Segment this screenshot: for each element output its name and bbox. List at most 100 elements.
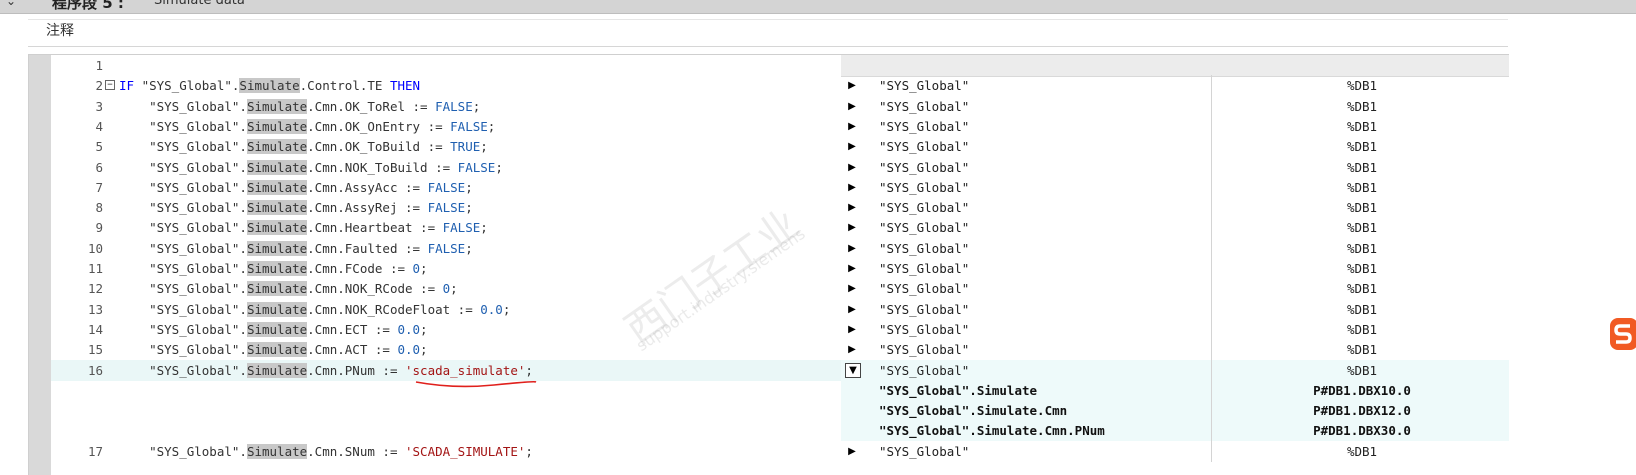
code-token: "SYS_Global".: [119, 261, 247, 276]
code-token: "SYS_Global".: [119, 118, 247, 134]
operand-name: "SYS_Global".Simulate: [879, 382, 1038, 398]
sogou-logo-icon: [1610, 318, 1636, 350]
code-text[interactable]: "SYS_Global".Simulate.Cmn.NOK_RCodeFloat…: [119, 299, 510, 320]
highlighted-token: Simulate: [246, 261, 308, 276]
code-token: .Cmn.Faulted :=: [307, 240, 428, 256]
collapse-arrow-icon[interactable]: ▼: [845, 362, 861, 378]
code-token: "SYS_Global".: [119, 342, 247, 358]
code-token: FALSE: [427, 200, 466, 216]
inspector-row: ▶ "SYS_Global" %DB1: [841, 95, 1509, 117]
inspector-sub-row: "SYS_Global".Simulate.Cmn P#DB1.DBX12.0: [841, 400, 1509, 422]
expand-arrow-icon[interactable]: ▶: [845, 161, 859, 174]
highlighted-token: Simulate: [246, 98, 308, 114]
segment-title[interactable]: Simulate data: [154, 0, 245, 8]
code-token: .Cmn.OK_OnEntry :=: [307, 118, 451, 134]
code-text[interactable]: "SYS_Global".Simulate.Cmn.AssyAcc := FAL…: [119, 177, 473, 198]
operand-name: "SYS_Global": [879, 159, 970, 175]
operand-address: %DB1: [1346, 281, 1378, 297]
expand-arrow-icon[interactable]: ▶: [845, 262, 859, 275]
operand-name: "SYS_Global": [879, 362, 970, 378]
operand-name: "SYS_Global": [879, 443, 970, 459]
code-line[interactable]: 6 "SYS_Global".Simulate.Cmn.NOK_ToBuild …: [51, 157, 869, 178]
inspector-row: ▶ "SYS_Global" %DB1: [841, 278, 1509, 300]
expand-arrow-icon[interactable]: ▶: [845, 140, 859, 153]
expand-arrow-icon[interactable]: ▶: [845, 201, 859, 214]
code-token: ;: [465, 200, 473, 216]
code-line[interactable]: 7 "SYS_Global".Simulate.Cmn.AssyAcc := F…: [51, 177, 869, 198]
expand-arrow-icon[interactable]: ▶: [845, 100, 859, 113]
code-line[interactable]: 5 "SYS_Global".Simulate.Cmn.OK_ToBuild :…: [51, 136, 869, 157]
column-separator: [1211, 75, 1212, 97]
code-token: ;: [472, 98, 481, 114]
operand-name: "SYS_Global": [879, 220, 970, 236]
line-number: 12: [87, 281, 103, 297]
code-text[interactable]: "SYS_Global".Simulate.Cmn.OK_ToBuild := …: [119, 136, 488, 157]
operand-address: %DB1: [1346, 159, 1378, 175]
code-text[interactable]: IF "SYS_Global".Simulate.Control.TE THEN: [119, 75, 420, 96]
code-token: ;: [420, 321, 428, 337]
segment-label: 程序段 5 :: [52, 0, 124, 12]
code-line[interactable]: 4 "SYS_Global".Simulate.Cmn.OK_OnEntry :…: [51, 116, 869, 137]
code-text[interactable]: "SYS_Global".Simulate.Cmn.OK_ToRel := FA…: [119, 96, 480, 117]
expand-arrow-icon[interactable]: ▶: [845, 323, 859, 336]
code-token: ;: [420, 342, 428, 358]
code-line[interactable]: 13 "SYS_Global".Simulate.Cmn.NOK_RCodeFl…: [51, 299, 869, 320]
code-text[interactable]: "SYS_Global".Simulate.Cmn.NOK_ToBuild :=…: [119, 157, 503, 178]
expand-arrow-icon[interactable]: ▶: [845, 79, 859, 92]
operand-address: %DB1: [1346, 362, 1378, 378]
expand-arrow-icon[interactable]: ▶: [845, 343, 859, 356]
column-separator: [1211, 298, 1212, 320]
comment-field[interactable]: 注释: [46, 20, 74, 40]
code-token: ;: [525, 362, 533, 378]
code-line[interactable]: [51, 420, 869, 441]
chevron-down-icon[interactable]: ⌄: [6, 0, 16, 8]
expand-arrow-icon[interactable]: ▶: [845, 445, 859, 458]
expand-arrow-icon[interactable]: ▶: [845, 242, 859, 255]
highlighted-token: Simulate: [239, 78, 300, 94]
code-token: 0: [412, 261, 421, 276]
expand-arrow-icon[interactable]: ▶: [845, 181, 859, 194]
inspector-sub-row: "SYS_Global".Simulate P#DB1.DBX10.0: [841, 379, 1509, 401]
code-text[interactable]: "SYS_Global".Simulate.Cmn.NOK_RCode := 0…: [119, 278, 458, 299]
code-line[interactable]: 15 "SYS_Global".Simulate.Cmn.ACT := 0.0;: [51, 339, 869, 360]
code-line[interactable]: [51, 400, 869, 421]
code-text[interactable]: "SYS_Global".Simulate.Cmn.AssyRej := FAL…: [119, 197, 473, 218]
expand-arrow-icon[interactable]: ▶: [845, 120, 859, 133]
code-text[interactable]: "SYS_Global".Simulate.Cmn.FCode := 0;: [119, 258, 428, 279]
code-line[interactable]: 3 "SYS_Global".Simulate.Cmn.OK_ToRel := …: [51, 96, 869, 117]
expand-arrow-icon[interactable]: ▶: [845, 303, 859, 316]
highlighted-token: Simulate: [246, 139, 308, 155]
code-text[interactable]: "SYS_Global".Simulate.Cmn.ECT := 0.0;: [119, 319, 428, 340]
code-text[interactable]: "SYS_Global".Simulate.Cmn.SNum := 'SCADA…: [119, 441, 533, 462]
code-line[interactable]: 1: [51, 55, 869, 76]
expand-arrow-icon[interactable]: ▶: [845, 282, 859, 295]
code-text[interactable]: "SYS_Global".Simulate.Cmn.Heartbeat := F…: [119, 217, 488, 238]
code-token: .Control.TE: [299, 78, 390, 94]
code-text[interactable]: "SYS_Global".Simulate.Cmn.Faulted := FAL…: [119, 238, 473, 259]
column-separator: [1211, 400, 1212, 422]
code-token: 0.0: [397, 321, 421, 337]
inspector-row: ▼ "SYS_Global" %DB1: [841, 359, 1509, 381]
column-separator: [1211, 278, 1212, 300]
code-line[interactable]: 17 "SYS_Global".Simulate.Cmn.SNum := 'SC…: [51, 441, 869, 462]
column-separator: [1211, 420, 1212, 442]
highlighted-token: Simulate: [246, 443, 308, 459]
expand-arrow-icon[interactable]: ▶: [845, 221, 859, 234]
code-line[interactable]: 2− IF "SYS_Global".Simulate.Control.TE TH…: [51, 75, 869, 96]
code-token: FALSE: [427, 179, 466, 195]
fold-toggle-icon[interactable]: −: [105, 80, 115, 91]
inspector-row: ▶ "SYS_Global" %DB1: [841, 339, 1509, 361]
code-text[interactable]: "SYS_Global".Simulate.Cmn.OK_OnEntry := …: [119, 116, 495, 137]
line-number: 11: [87, 261, 103, 276]
operand-address: %DB1: [1346, 261, 1378, 276]
line-number: 1: [95, 58, 103, 73]
operand-address: P#DB1.DBX12.0: [1313, 403, 1411, 419]
code-token: FALSE: [450, 118, 488, 134]
code-token: "SYS_Global".: [119, 321, 247, 337]
operand-inspector: ▶ "SYS_Global" %DB1 ▶ "SYS_Global" %DB1 ▶ "SYS_…: [841, 55, 1509, 475]
code-text[interactable]: "SYS_Global".Simulate.Cmn.ACT := 0.0;: [119, 339, 428, 360]
operand-address: %DB1: [1346, 78, 1378, 94]
line-number: 17: [87, 443, 103, 459]
code-line[interactable]: 14 "SYS_Global".Simulate.Cmn.ECT := 0.0;: [51, 319, 869, 340]
operand-address: %DB1: [1346, 200, 1378, 216]
